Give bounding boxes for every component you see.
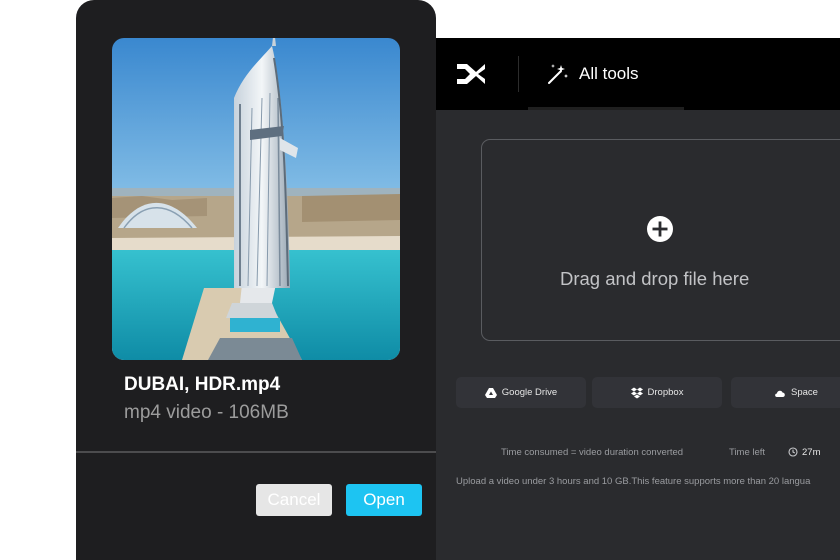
tab-all-tools[interactable]: All tools bbox=[528, 38, 684, 110]
time-left-value: 27m bbox=[802, 447, 821, 458]
plus-circle-icon[interactable] bbox=[646, 215, 674, 243]
dropbox-button[interactable]: Dropbox bbox=[592, 377, 722, 408]
space-button[interactable]: Space bbox=[731, 377, 840, 408]
app-window: All tools Drag and drop file here Google… bbox=[436, 38, 840, 560]
file-meta: mp4 video - 106MB bbox=[124, 402, 289, 423]
dubai-hotel-image bbox=[112, 38, 400, 360]
tab-all-tools-label: All tools bbox=[579, 64, 639, 83]
google-drive-icon bbox=[484, 387, 497, 398]
clock-icon bbox=[788, 447, 798, 457]
topbar-divider bbox=[518, 56, 519, 92]
upload-note: Upload a video under 3 hours and 10 GB.T… bbox=[456, 476, 811, 487]
time-consumed-text: Time consumed = video duration converted bbox=[501, 447, 684, 458]
video-thumbnail[interactable] bbox=[112, 38, 400, 360]
cloud-icon bbox=[775, 390, 785, 397]
dropbox-label: Dropbox bbox=[647, 387, 684, 398]
magic-wand-icon bbox=[548, 64, 568, 84]
open-button[interactable]: Open bbox=[346, 484, 422, 516]
file-name: DUBAI, HDR.mp4 bbox=[124, 374, 281, 395]
dropbox-icon bbox=[630, 387, 643, 398]
top-bar: All tools bbox=[436, 38, 840, 110]
file-open-dialog: DUBAI, HDR.mp4 mp4 video - 106MB Cancel … bbox=[76, 0, 436, 560]
dropzone-label: Drag and drop file here bbox=[560, 268, 750, 289]
capcut-logo-icon[interactable] bbox=[454, 60, 488, 88]
cancel-button[interactable]: Cancel bbox=[256, 484, 332, 516]
space-label: Space bbox=[791, 387, 818, 398]
file-dropzone[interactable]: Drag and drop file here bbox=[481, 139, 840, 341]
time-left-label: Time left bbox=[729, 447, 766, 458]
dialog-divider bbox=[76, 451, 436, 453]
google-drive-label: Google Drive bbox=[501, 387, 558, 398]
google-drive-button[interactable]: Google Drive bbox=[456, 377, 586, 408]
